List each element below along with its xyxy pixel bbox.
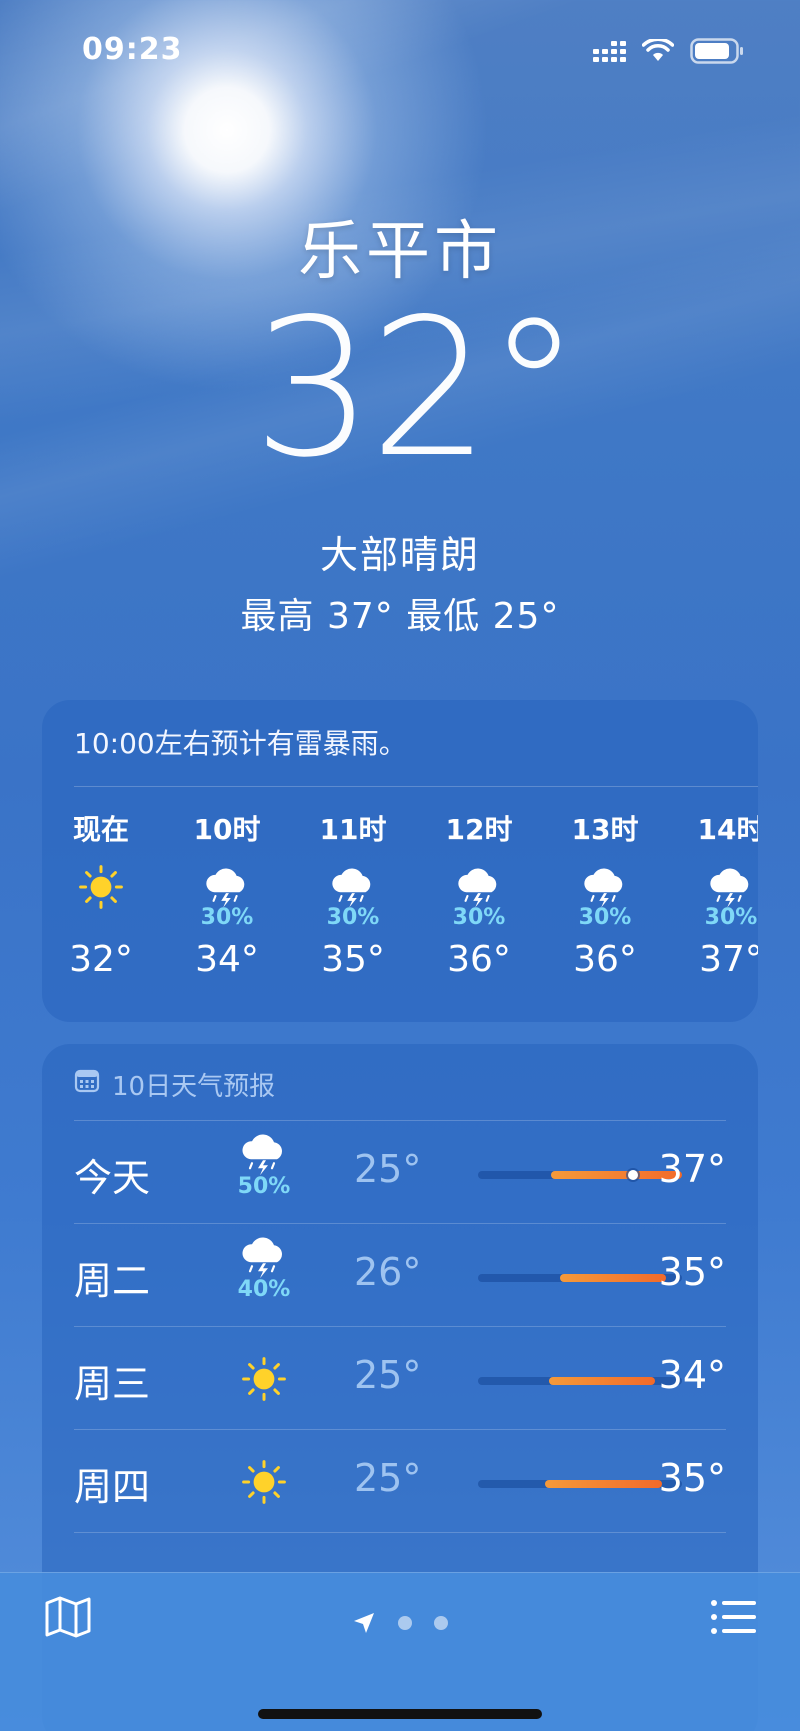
cellular-signal-icon bbox=[593, 40, 626, 62]
daily-forecast-header: 10日天气预报 bbox=[74, 1066, 275, 1103]
temperature-range-bar bbox=[478, 1274, 682, 1282]
low-temperature: 25° bbox=[354, 1147, 422, 1191]
calendar-icon bbox=[74, 1068, 100, 1101]
hour-temperature: 35° bbox=[321, 939, 385, 980]
city-list-button[interactable] bbox=[710, 1597, 756, 1641]
high-temperature: 37° bbox=[658, 1147, 726, 1191]
wifi-icon bbox=[642, 39, 674, 63]
high-temperature: 34° bbox=[658, 1353, 726, 1397]
hourly-item: 10时 30% 34° bbox=[172, 810, 282, 982]
thunderstorm-icon: 40% bbox=[224, 1236, 304, 1302]
page-dot[interactable] bbox=[398, 1616, 412, 1630]
daily-row[interactable]: 周三 25° 34° bbox=[74, 1327, 726, 1430]
hour-temperature: 32° bbox=[69, 939, 133, 980]
daily-row[interactable]: 今天 50% 25° 37° bbox=[74, 1121, 726, 1224]
page-dot[interactable] bbox=[434, 1616, 448, 1630]
precipitation-chance: 50% bbox=[237, 1173, 291, 1199]
current-condition: 大部晴朗 bbox=[319, 533, 480, 577]
temperature-range-fill bbox=[545, 1480, 662, 1488]
bottom-toolbar bbox=[0, 1572, 800, 1731]
precipitation-chance: 30% bbox=[578, 905, 632, 930]
temperature-range-bar bbox=[478, 1377, 682, 1385]
map-icon bbox=[45, 1596, 91, 1638]
daily-row[interactable]: 周四 25° 35° bbox=[74, 1430, 726, 1533]
high-low-temperature: 最高 37° 最低 25° bbox=[240, 596, 560, 637]
page-indicator[interactable] bbox=[352, 1611, 448, 1635]
hourly-item: 现在 32° bbox=[46, 810, 156, 982]
hourly-forecast-card[interactable]: 10:00左右预计有雷暴雨。 现在 32° 10时 30% 34° 11时 30… bbox=[42, 700, 758, 1022]
high-temperature: 35° bbox=[658, 1250, 726, 1294]
hour-label: 12时 bbox=[445, 813, 513, 846]
status-bar: 09:23 bbox=[0, 30, 800, 74]
day-name: 周三 bbox=[74, 1362, 151, 1406]
high-temperature: 35° bbox=[658, 1456, 726, 1500]
precipitation-chance: 40% bbox=[237, 1276, 291, 1302]
hour-temperature: 36° bbox=[447, 939, 511, 980]
battery-icon bbox=[690, 38, 744, 64]
hour-label: 现在 bbox=[72, 813, 129, 846]
hourly-scroll-row[interactable]: 现在 32° 10时 30% 34° 11时 30% 35° 12时 30% 3… bbox=[42, 810, 758, 1010]
hourly-divider bbox=[74, 786, 758, 787]
current-temperature: 32° bbox=[252, 278, 582, 499]
precipitation-chance: 30% bbox=[326, 905, 380, 930]
daily-forecast-title: 10日天气预报 bbox=[112, 1072, 276, 1102]
day-name: 周四 bbox=[74, 1465, 151, 1509]
precipitation-chance: 30% bbox=[452, 905, 506, 930]
status-time: 09:23 bbox=[82, 32, 183, 67]
hour-temperature: 34° bbox=[195, 939, 259, 980]
map-button[interactable] bbox=[44, 1595, 92, 1643]
location-arrow-icon bbox=[354, 1613, 374, 1633]
temperature-range-fill bbox=[549, 1377, 656, 1385]
thunderstorm-icon: 50% bbox=[224, 1133, 304, 1199]
temperature-range-bar bbox=[478, 1480, 682, 1488]
day-name: 今天 bbox=[74, 1156, 151, 1200]
temperature-range-bar bbox=[478, 1170, 682, 1180]
weather-alert-text: 10:00左右预计有雷暴雨。 bbox=[74, 727, 407, 760]
precipitation-chance: 30% bbox=[704, 905, 758, 930]
current-temp-marker bbox=[628, 1170, 639, 1180]
sun-icon bbox=[224, 1353, 304, 1403]
hour-temperature: 37° bbox=[699, 939, 758, 980]
hour-label: 11时 bbox=[319, 813, 387, 846]
hourly-item: 12时 30% 36° bbox=[424, 810, 534, 982]
hour-label: 13时 bbox=[571, 813, 639, 846]
hour-label: 14时 bbox=[697, 813, 758, 846]
hour-temperature: 36° bbox=[573, 939, 637, 980]
home-indicator bbox=[258, 1709, 542, 1719]
hourly-item: 13时 30% 36° bbox=[550, 810, 660, 982]
hourly-item: 14时 30% 37° bbox=[676, 810, 758, 982]
low-temperature: 25° bbox=[354, 1456, 422, 1500]
sun-icon bbox=[224, 1456, 304, 1506]
low-temperature: 26° bbox=[354, 1250, 422, 1294]
row-divider bbox=[74, 1532, 726, 1533]
precipitation-chance: 30% bbox=[200, 905, 254, 930]
hourly-item: 11时 30% 35° bbox=[298, 810, 408, 982]
list-icon bbox=[711, 1600, 756, 1634]
status-icons bbox=[593, 38, 744, 64]
hour-label: 10时 bbox=[193, 813, 261, 846]
daily-row[interactable]: 周二 40% 26° 35° bbox=[74, 1224, 726, 1327]
temperature-range-fill bbox=[559, 1274, 666, 1282]
current-weather: 乐平市 32° 大部晴朗 最高 37° 最低 25° bbox=[0, 200, 800, 639]
low-temperature: 25° bbox=[354, 1353, 422, 1397]
day-name: 周二 bbox=[74, 1259, 151, 1303]
